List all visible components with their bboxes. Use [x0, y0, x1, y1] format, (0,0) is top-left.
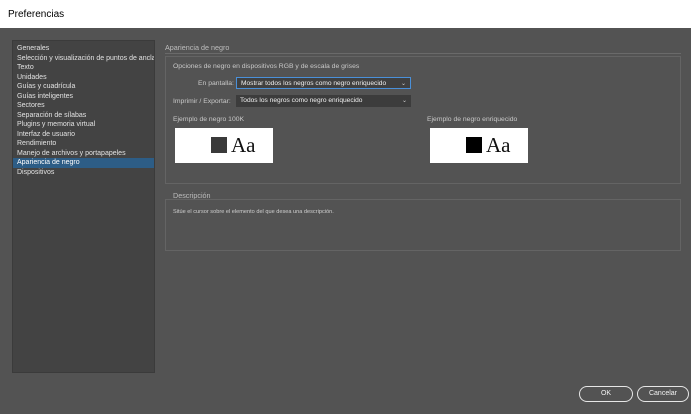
- sample-100k-preview: Aa: [175, 128, 273, 163]
- section-divider: [165, 53, 681, 54]
- sidebar-item-rendimiento[interactable]: Rendimiento: [13, 139, 154, 149]
- black-100k-swatch: [211, 137, 227, 153]
- ok-button[interactable]: OK: [579, 386, 633, 402]
- chevron-down-icon: ⌄: [401, 98, 407, 104]
- print-export-dropdown[interactable]: Todos los negros como negro enriquecido …: [236, 95, 411, 107]
- sample-rich-text: Aa: [486, 133, 511, 157]
- sample-100k-text: Aa: [231, 133, 256, 157]
- sidebar-item-separacion-silabas[interactable]: Separación de sílabas: [13, 111, 154, 121]
- sidebar-item-guias-cuadricula[interactable]: Guías y cuadrícula: [13, 82, 154, 92]
- sidebar-item-generales[interactable]: Generales: [13, 44, 154, 54]
- sidebar-item-apariencia-negro[interactable]: Apariencia de negro: [13, 158, 154, 168]
- preferences-sidebar: Generales Selección y visualización de p…: [12, 40, 155, 373]
- sidebar-item-texto[interactable]: Texto: [13, 63, 154, 73]
- window-title: Preferencias: [0, 0, 691, 28]
- rich-black-swatch: [466, 137, 482, 153]
- sidebar-item-plugins-memoria[interactable]: Plugins y memoria virtual: [13, 120, 154, 130]
- sidebar-item-interfaz-usuario[interactable]: Interfaz de usuario: [13, 130, 154, 140]
- print-export-value: Todos los negros como negro enriquecido: [240, 97, 363, 104]
- sidebar-item-seleccion-puntos-ancla[interactable]: Selección y visualización de puntos de a…: [13, 54, 154, 64]
- sidebar-item-unidades[interactable]: Unidades: [13, 73, 154, 83]
- sidebar-item-dispositivos[interactable]: Dispositivos: [13, 168, 154, 178]
- sample-100k-label: Ejemplo de negro 100K: [173, 116, 245, 123]
- description-group: [165, 199, 681, 251]
- sidebar-item-sectores[interactable]: Sectores: [13, 101, 154, 111]
- section-title: Apariencia de negro: [165, 43, 230, 52]
- sidebar-item-guias-inteligentes[interactable]: Guías inteligentes: [13, 92, 154, 102]
- sidebar-item-manejo-archivos[interactable]: Manejo de archivos y portapapeles: [13, 149, 154, 159]
- sample-rich-label: Ejemplo de negro enriquecido: [427, 116, 518, 123]
- options-title: Opciones de negro en dispositivos RGB y …: [173, 63, 360, 70]
- sample-rich-preview: Aa: [430, 128, 528, 163]
- print-export-label: Imprimir / Exportar:: [173, 98, 231, 105]
- on-screen-dropdown[interactable]: Mostrar todos los negros como negro enri…: [236, 77, 411, 89]
- cancel-button[interactable]: Cancelar: [637, 386, 689, 402]
- chevron-down-icon: ⌄: [400, 81, 406, 87]
- on-screen-label: En pantalla:: [198, 80, 234, 87]
- description-text: Sitúe el cursor sobre el elemento del qu…: [173, 209, 334, 215]
- on-screen-value: Mostrar todos los negros como negro enri…: [241, 80, 387, 87]
